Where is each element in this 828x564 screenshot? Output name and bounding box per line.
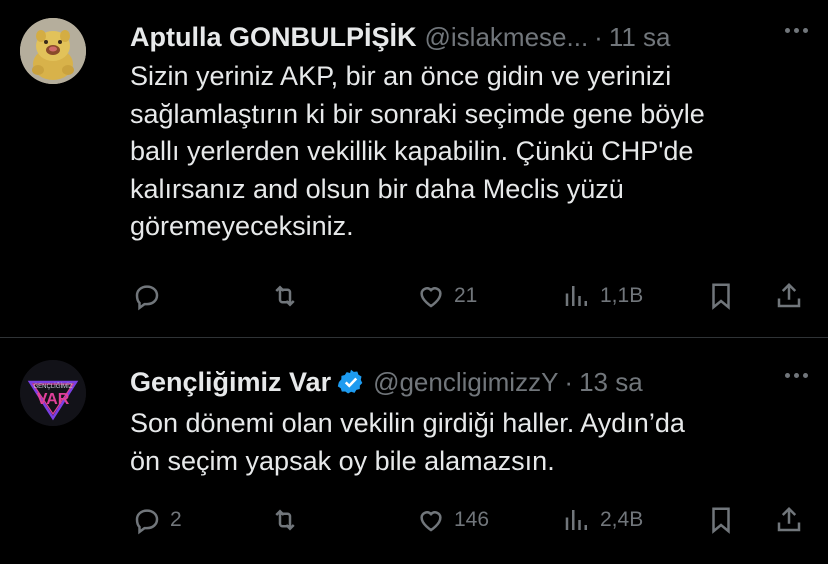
reply-button[interactable]: 2 <box>132 503 182 537</box>
avatar-var-logo-avatar[interactable]: GENÇLİĞİMİZ VAR <box>20 360 86 426</box>
tweet-text-line: Sizin yeriniz AKP, bir an önce gidin ve … <box>130 61 672 91</box>
views-chart-icon <box>565 510 587 530</box>
view-count: 2,4B <box>600 508 644 531</box>
tweet-text-line: ön seçim yapsak oy bile alamazsın. <box>130 445 555 476</box>
handle[interactable]: @islakmese... <box>425 22 589 53</box>
tweet-1[interactable]: Aptulla GONBULPİŞİK @islakmese... · 11 s… <box>0 0 828 338</box>
display-name[interactable]: Gençliğimiz Var <box>130 367 331 398</box>
retweet-button[interactable] <box>270 503 308 537</box>
tweet-text: Son dönemi olan vekilin girdiği haller. … <box>130 405 808 480</box>
display-name[interactable]: Aptulla GONBULPİŞİK <box>130 22 417 53</box>
timestamp[interactable]: 13 sa <box>579 367 643 398</box>
timestamp[interactable]: 11 sa <box>609 22 671 53</box>
share-button[interactable] <box>774 503 804 537</box>
bookmark-icon <box>712 283 730 310</box>
like-count: 21 <box>454 284 478 307</box>
tweet-text-line: sağlamlaştırın ki bir sonraki seçimde ge… <box>130 98 705 129</box>
separator: · <box>564 366 574 397</box>
tweet-text-line: göremeyeceksiniz. <box>130 211 354 241</box>
reply-icon <box>135 509 159 535</box>
more-options-icon[interactable] <box>785 28 808 33</box>
avatar-plush-toy-avatar[interactable] <box>20 18 86 84</box>
reply-count: 2 <box>170 508 182 531</box>
reply-button[interactable] <box>132 279 170 313</box>
separator: · <box>594 21 603 52</box>
views-button[interactable]: 2,4B <box>562 503 643 537</box>
heart-icon <box>420 287 442 308</box>
retweet-icon <box>275 509 295 531</box>
svg-text:VAR: VAR <box>37 391 70 408</box>
tweet-2[interactable]: GENÇLİĞİMİZ VAR Gençliğimiz Var @genclig… <box>0 339 828 564</box>
handle[interactable]: @gencligimizzY <box>373 367 558 398</box>
views-button[interactable]: 1,1B <box>562 279 643 313</box>
like-button[interactable]: 146 <box>416 503 489 537</box>
bookmark-button[interactable] <box>706 279 736 313</box>
bookmark-button[interactable] <box>706 503 736 537</box>
bookmark-icon <box>712 507 730 534</box>
tweet-text: Sizin yeriniz AKP, bir an önce gidin ve … <box>130 58 808 246</box>
retweet-button[interactable] <box>270 279 308 313</box>
tweet-header: Gençliğimiz Var @gencligimizzY · 13 sa <box>130 365 808 399</box>
view-count: 1,1B <box>600 284 644 307</box>
like-count: 146 <box>454 508 490 531</box>
tweet-actions: 21 1,1B <box>130 279 810 313</box>
more-options-icon[interactable] <box>785 373 808 378</box>
tweet-text-line: kalırsanız and olsun bir daha Meclis yüz… <box>130 173 624 204</box>
plush-toy-avatar-icon <box>20 18 86 84</box>
share-icon <box>777 506 801 532</box>
tweet-actions: 2 146 2,4B <box>130 503 810 537</box>
share-icon <box>777 282 801 308</box>
retweet-icon <box>275 285 295 307</box>
svg-text:GENÇLİĞİMİZ: GENÇLİĞİMİZ <box>33 383 72 390</box>
var-logo-avatar-icon: GENÇLİĞİMİZ VAR <box>20 360 86 426</box>
tweet-text-line: ballı yerlerden vekillik kapabilin. Çünk… <box>130 136 694 166</box>
tweet-text-line: Son dönemi olan vekilin girdiği haller. … <box>130 408 685 438</box>
verified-badge-icon[interactable] <box>337 368 365 396</box>
share-button[interactable] <box>774 279 804 313</box>
views-chart-icon <box>565 286 587 306</box>
reply-icon <box>135 285 159 311</box>
tweet-header: Aptulla GONBULPİŞİK @islakmese... · 11 s… <box>130 20 808 54</box>
like-button[interactable]: 21 <box>416 279 477 313</box>
heart-icon <box>420 511 442 532</box>
